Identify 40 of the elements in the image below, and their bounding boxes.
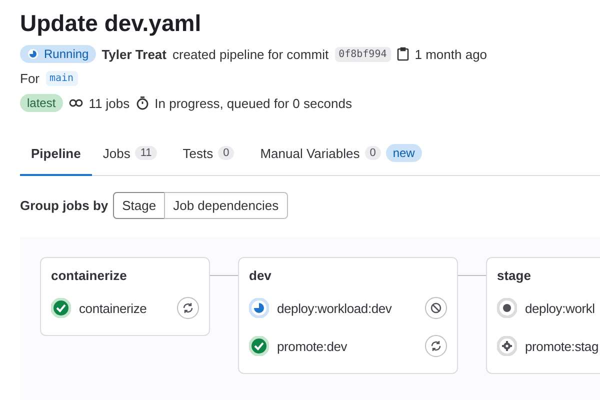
retry-button[interactable] <box>425 335 447 357</box>
job-name[interactable]: deploy:workload:dev <box>277 300 417 316</box>
cancel-button[interactable] <box>425 297 447 319</box>
jobs-count: 11 jobs <box>88 96 130 110</box>
job-name[interactable]: containerize <box>79 300 169 316</box>
stage-name: stage <box>497 268 532 283</box>
action-text: created pipeline for commit <box>172 46 329 62</box>
author-name[interactable]: Tyler Treat <box>102 46 166 62</box>
new-badge: new <box>386 144 422 162</box>
group-toggle-button[interactable]: Stage <box>113 192 166 219</box>
tab[interactable]: Jobs 11 <box>92 134 168 176</box>
tab[interactable]: Manual Variables 0 new <box>249 134 433 176</box>
duration-text: In progress, queued for 0 seconds <box>154 96 352 110</box>
retry-button[interactable] <box>177 297 199 319</box>
job-name[interactable]: promote:dev <box>277 338 417 354</box>
cancel-icon <box>430 302 442 314</box>
tab-count: 0 <box>218 146 234 160</box>
time-ago: 1 month ago <box>414 46 488 62</box>
retry-icon <box>182 302 194 314</box>
tab-count: 11 <box>135 146 157 160</box>
stage-name: dev <box>249 268 272 283</box>
stage-name: containerize <box>51 268 128 283</box>
latest-badge: latest <box>20 94 63 112</box>
half-circle-icon <box>27 48 39 60</box>
status-badge[interactable]: Running <box>20 45 96 63</box>
job-name[interactable]: deploy:workl <box>525 300 600 316</box>
timer-icon <box>136 96 149 110</box>
commit-sha[interactable]: 0f8bf994 <box>334 46 391 62</box>
tab[interactable]: Pipeline <box>20 134 92 176</box>
group-by-label: Group jobs by <box>20 198 108 213</box>
group-toggle-button[interactable]: Job dependencies <box>164 192 288 219</box>
retry-icon <box>430 340 442 352</box>
job-name[interactable]: promote:stag <box>525 338 600 354</box>
page-title: Update dev.yaml <box>20 10 202 37</box>
tab[interactable]: Tests 0 <box>172 134 246 176</box>
tab-count: 0 <box>364 146 381 160</box>
ref-label: For <box>20 71 40 86</box>
link-icon <box>68 98 83 108</box>
clipboard-icon[interactable] <box>396 47 409 61</box>
branch-ref[interactable]: main <box>46 71 78 86</box>
